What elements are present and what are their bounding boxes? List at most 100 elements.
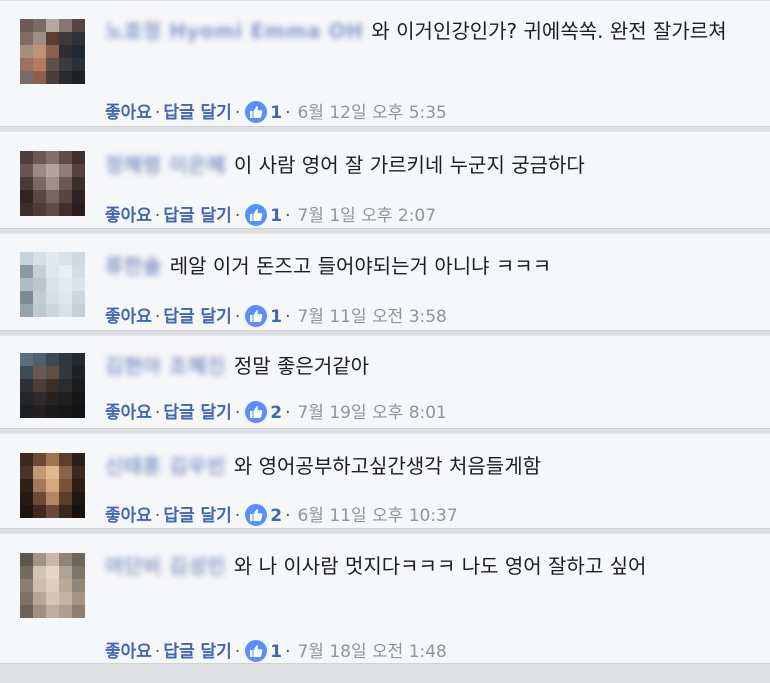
avatar-pixel	[59, 492, 72, 505]
avatar[interactable]	[20, 353, 85, 418]
avatar-pixel	[72, 505, 85, 518]
separator: ·	[234, 206, 241, 226]
like-count[interactable]: 1	[270, 103, 282, 123]
avatar[interactable]	[20, 453, 85, 518]
commenter-name[interactable]: 신태훈 김우빈	[105, 450, 226, 482]
thumbs-up-icon[interactable]	[245, 401, 268, 423]
avatar-pixel	[72, 265, 85, 278]
avatar-pixel	[59, 19, 72, 32]
timestamp[interactable]: 7월 11일 오전 3:58	[297, 307, 446, 327]
avatar-pixel	[33, 466, 46, 479]
thumbs-up-icon[interactable]	[245, 640, 268, 662]
comment-text: 와 이거인강인가? 귀에쏙쏙. 완전 잘가르쳐	[371, 19, 727, 43]
avatar-pixel	[20, 605, 33, 618]
reply-button[interactable]: 답글 달기	[163, 403, 231, 423]
separator: ·	[285, 206, 291, 226]
comment-line: 정혜령 이은혜 이 사람 영어 잘 가르키네 누군지 궁금하다	[105, 149, 750, 181]
separator: ·	[285, 506, 291, 526]
avatar-pixel	[59, 265, 72, 278]
comment-item: 류한솔 레알 이거 돈즈고 들어야되는거 아니냐 ㅋㅋㅋ 좋아요 · 답글 달기 · 1 ·…	[0, 233, 770, 331]
avatar[interactable]	[20, 19, 85, 84]
avatar-pixel	[46, 151, 59, 164]
avatar-pixel	[59, 151, 72, 164]
like-count[interactable]: 1	[270, 642, 282, 662]
comment-line: 노효정 Hyomi Emma OH 와 이거인강인가? 귀에쏙쏙. 완전 잘가르쳐	[105, 15, 750, 47]
avatar-pixel	[33, 45, 46, 58]
avatar-pixel	[46, 291, 59, 304]
avatar-pixel	[33, 479, 46, 492]
thumbs-up-icon[interactable]	[245, 101, 268, 123]
comment-line: 김현아 조혜진 정말 좋은거같아	[105, 350, 750, 382]
avatar-pixel	[72, 71, 85, 84]
comment-actions: 좋아요 · 답글 달기 · 2 · 6월 11일 오후 10:37	[105, 504, 458, 528]
avatar-pixel	[46, 58, 59, 71]
comment-text: 와 영어공부하고싶간생각 처음들게함	[233, 454, 541, 478]
avatar-pixel	[33, 392, 46, 405]
avatar-pixel	[46, 579, 59, 592]
avatar[interactable]	[20, 553, 85, 618]
avatar-pixel	[72, 151, 85, 164]
avatar-pixel	[20, 353, 33, 366]
commenter-name[interactable]: 여단비 김성민	[105, 550, 226, 582]
timestamp[interactable]: 7월 1일 오후 2:07	[297, 206, 436, 226]
commenter-name[interactable]: 노효정 Hyomi Emma OH	[105, 15, 363, 47]
avatar-pixel	[20, 392, 33, 405]
avatar-pixel	[20, 566, 33, 579]
like-button[interactable]: 좋아요	[105, 506, 152, 526]
avatar-pixel	[59, 566, 72, 579]
like-button[interactable]: 좋아요	[105, 103, 152, 123]
avatar-pixel	[46, 479, 59, 492]
avatar-pixel	[46, 190, 59, 203]
avatar[interactable]	[20, 252, 85, 317]
avatar-pixel	[33, 592, 46, 605]
avatar-pixel	[72, 278, 85, 291]
avatar-pixel	[33, 58, 46, 71]
reply-button[interactable]: 답글 달기	[163, 103, 231, 123]
avatar-pixel	[72, 45, 85, 58]
commenter-name[interactable]: 정혜령 이은혜	[105, 149, 226, 181]
like-count[interactable]: 2	[270, 403, 282, 423]
comment-body: 정혜령 이은혜 이 사람 영어 잘 가르키네 누군지 궁금하다 좋아요 · 답글 달기…	[105, 149, 750, 226]
avatar-pixel	[46, 203, 59, 216]
separator: ·	[154, 403, 161, 423]
reply-button[interactable]: 답글 달기	[163, 206, 231, 226]
reply-button[interactable]: 답글 달기	[163, 506, 231, 526]
avatar[interactable]	[20, 151, 85, 216]
avatar-pixel	[72, 579, 85, 592]
avatar-pixel	[59, 190, 72, 203]
like-count[interactable]: 2	[270, 506, 282, 526]
avatar-pixel	[72, 592, 85, 605]
avatar-pixel	[20, 405, 33, 418]
avatar-pixel	[33, 605, 46, 618]
separator: ·	[234, 307, 241, 327]
like-button[interactable]: 좋아요	[105, 642, 152, 662]
thumbs-up-icon[interactable]	[245, 204, 268, 226]
like-button[interactable]: 좋아요	[105, 307, 152, 327]
avatar-pixel	[33, 353, 46, 366]
reply-button[interactable]: 답글 달기	[163, 642, 231, 662]
like-count[interactable]: 1	[270, 307, 282, 327]
avatar-pixel	[59, 252, 72, 265]
commenter-name[interactable]: 류한솔	[105, 250, 162, 282]
timestamp[interactable]: 7월 19일 오후 8:01	[297, 403, 446, 423]
timestamp[interactable]: 6월 11일 오후 10:37	[297, 506, 457, 526]
separator: ·	[285, 103, 291, 123]
avatar-pixel	[20, 505, 33, 518]
avatar-pixel	[72, 32, 85, 45]
avatar-pixel	[46, 45, 59, 58]
like-button[interactable]: 좋아요	[105, 206, 152, 226]
like-button[interactable]: 좋아요	[105, 403, 152, 423]
separator: ·	[285, 403, 291, 423]
avatar-pixel	[46, 164, 59, 177]
timestamp[interactable]: 6월 12일 오후 5:35	[297, 103, 446, 123]
avatar-pixel	[59, 304, 72, 317]
avatar-pixel	[46, 177, 59, 190]
timestamp[interactable]: 7월 18일 오전 1:48	[297, 642, 446, 662]
commenter-name[interactable]: 김현아 조혜진	[105, 350, 226, 382]
avatar-pixel	[20, 45, 33, 58]
reply-button[interactable]: 답글 달기	[163, 307, 231, 327]
like-count[interactable]: 1	[270, 206, 282, 226]
thumbs-up-icon[interactable]	[245, 504, 268, 526]
thumbs-up-icon[interactable]	[245, 305, 268, 327]
avatar-pixel	[20, 291, 33, 304]
